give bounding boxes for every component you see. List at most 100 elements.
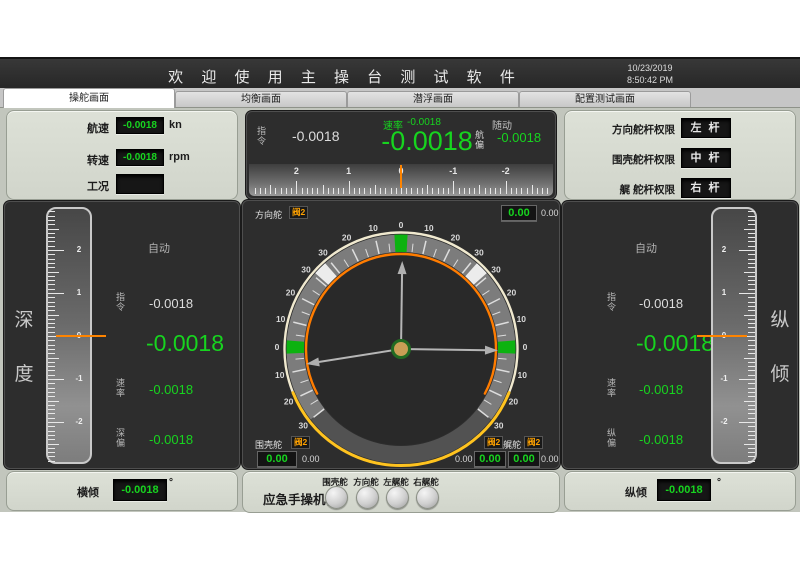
heading-panel: 指令 -0.0018 速率 -0.0018 -0.0018 航偏 随动 -0.0… (246, 111, 556, 199)
authority-row2-value: 中 杆 (681, 148, 731, 168)
gauge-tick-label: 20 (286, 288, 296, 298)
depth-cmd-label: 指令 (115, 292, 126, 312)
emergency-button-sail-rudder[interactable] (325, 486, 348, 509)
pitch-slider[interactable]: 210-1-2 (711, 207, 757, 464)
authority-row1-label: 方向舵杆权限 (583, 122, 675, 137)
speed-label: 航速 (71, 120, 109, 136)
pitch-panel: 自动 指令 -0.0018 -0.0018 速率 -0.0018 纵偏 -0.0… (562, 201, 798, 469)
slider-tick-label: 2 (70, 245, 88, 254)
tab-balance[interactable]: 均衡画面 (175, 91, 347, 107)
slider-tick-label: 1 (70, 288, 88, 297)
app-window: 欢 迎 使 用 主 操 台 测 试 软 件 10/23/2019 8:50:42… (0, 57, 800, 512)
depth-cmd-value: -0.0018 (149, 296, 193, 311)
emergency-button-right-stern[interactable] (416, 486, 439, 509)
sail-rudder-valve-badge: 阀2 (291, 436, 310, 449)
bow-rudder-green-display: 0.00 (501, 205, 537, 221)
tab-steering[interactable]: 操舵画面 (3, 88, 175, 108)
stern-rudder-valve-left-badge: 阀2 (484, 436, 503, 449)
gauge-tick-label: 10 (424, 223, 434, 233)
heading-cmd-label: 指令 (256, 126, 267, 146)
authority-row3-value: 右 杆 (681, 178, 731, 198)
gauge-needle (401, 349, 487, 350)
stern-rudder-white-left-value: 0.00 (455, 454, 473, 464)
bow-rudder-label: 方向舵 (255, 208, 282, 221)
trim-unit: ° (717, 477, 721, 488)
slider-tick-label: -2 (715, 417, 733, 426)
roll-label: 横倾 (77, 484, 99, 500)
clock: 10/23/2019 8:50:42 PM (600, 62, 700, 86)
gauge-tick-label: 10 (368, 223, 378, 233)
gauge-tick-label: 20 (342, 233, 352, 243)
gauge-tick-label: 10 (517, 314, 527, 324)
emergency-button-bow-rudder[interactable] (356, 486, 379, 509)
ruler-tick-label: -2 (498, 166, 514, 176)
gauge-tick-label: 30 (318, 248, 328, 258)
emergency-button-left-stern[interactable] (386, 486, 409, 509)
stern-rudder-green-right-display: 0.00 (508, 451, 540, 467)
pitch-rate-label: 速率 (606, 378, 617, 398)
stern-rudder-label: 艉舵 (503, 438, 521, 451)
gauge-tick-label: 10 (518, 370, 528, 380)
slider-tick-label: 2 (715, 245, 733, 254)
slider-pointer-marker (697, 335, 747, 337)
tab-bar: 操舵画面 均衡画面 潜浮画面 配置测试画面 (0, 88, 800, 108)
ruler-tick-label: 1 (341, 166, 357, 176)
gauge-tick-label: 0 (399, 220, 404, 230)
gauge-tick-label: 30 (299, 420, 309, 430)
depth-dev-value: -0.0018 (149, 432, 193, 447)
depth-slider[interactable]: 210-1-2 (46, 207, 92, 464)
gauge-ring-segment (498, 340, 516, 353)
heading-dev-value: -0.0018 (497, 130, 541, 145)
authority-row2-label: 围壳舵杆权限 (583, 152, 675, 167)
depth-panel: 深度 210-1-2 自动 指令 -0.0018 -0.0018 速率 -0.0… (4, 201, 240, 469)
date-text: 10/23/2019 (600, 62, 700, 74)
gauge-tick-label: 0 (523, 342, 528, 352)
rudder-panel: 302010010203030201001020303020100102030 … (242, 200, 560, 469)
depth-title: 深度 (13, 294, 35, 402)
pitch-rate-value: -0.0018 (639, 382, 683, 397)
roll-value: -0.0018 (113, 479, 167, 501)
slider-tick-label: -1 (715, 374, 733, 383)
trim-value: -0.0018 (657, 479, 711, 501)
authority-row3-label: 艉 舵杆权限 (583, 182, 675, 197)
stern-rudder-white-right-value: 0.00 (541, 454, 559, 464)
slider-tick-label: -2 (70, 417, 88, 426)
gauge-tick-label: 30 (301, 264, 311, 274)
slider-tick-label: -1 (70, 374, 88, 383)
app-title: 欢 迎 使 用 主 操 台 测 试 软 件 (0, 66, 690, 87)
tab-dive[interactable]: 潜浮画面 (347, 91, 519, 107)
pitch-mode-label: 自动 (635, 240, 657, 256)
pitch-dev-label: 纵偏 (606, 428, 617, 448)
authority-row1-value: 左 杆 (681, 118, 731, 138)
gauge-needle (401, 272, 402, 349)
pitch-cmd-value: -0.0018 (639, 296, 683, 311)
roll-unit: ° (169, 477, 173, 488)
gauge-tick-label: 20 (507, 288, 517, 298)
gauge-tick-label: 20 (509, 396, 519, 406)
gauge-hub (393, 341, 410, 358)
tab-config[interactable]: 配置测试画面 (519, 91, 691, 107)
trim-label: 纵倾 (625, 484, 647, 500)
slider-pointer-marker (56, 335, 106, 337)
depth-rate-value: -0.0018 (149, 382, 193, 397)
time-text: 8:50:42 PM (600, 74, 700, 86)
gauge-tick-label: 10 (275, 370, 285, 380)
rpm-unit: rpm (169, 151, 190, 163)
sail-rudder-white-value: 0.00 (302, 454, 320, 464)
heading-ruler[interactable]: 210-1-2 (249, 164, 553, 196)
speed-value: -0.0018 (116, 117, 164, 134)
gauge-tick-label: 30 (494, 420, 504, 430)
slider-tick-label: 1 (715, 288, 733, 297)
bow-rudder-valve-badge: 阀2 (289, 206, 308, 219)
screen: 欢 迎 使 用 主 操 台 测 试 软 件 10/23/2019 8:50:42… (0, 0, 800, 573)
pitch-title: 纵倾 (769, 294, 791, 402)
speed-panel: 航速 -0.0018 kn 转速 -0.0018 rpm 工况 (6, 110, 238, 200)
sail-rudder-label: 围壳舵 (255, 438, 282, 451)
gauge-ring-segment (394, 235, 407, 253)
depth-dev-label: 深偏 (115, 428, 126, 448)
gauge-tick-label: 30 (474, 248, 484, 258)
condition-value (116, 174, 164, 194)
trim-panel: 纵倾 -0.0018 ° (564, 471, 796, 511)
ruler-pointer-marker (400, 165, 402, 188)
pitch-cmd-label: 指令 (606, 292, 617, 312)
